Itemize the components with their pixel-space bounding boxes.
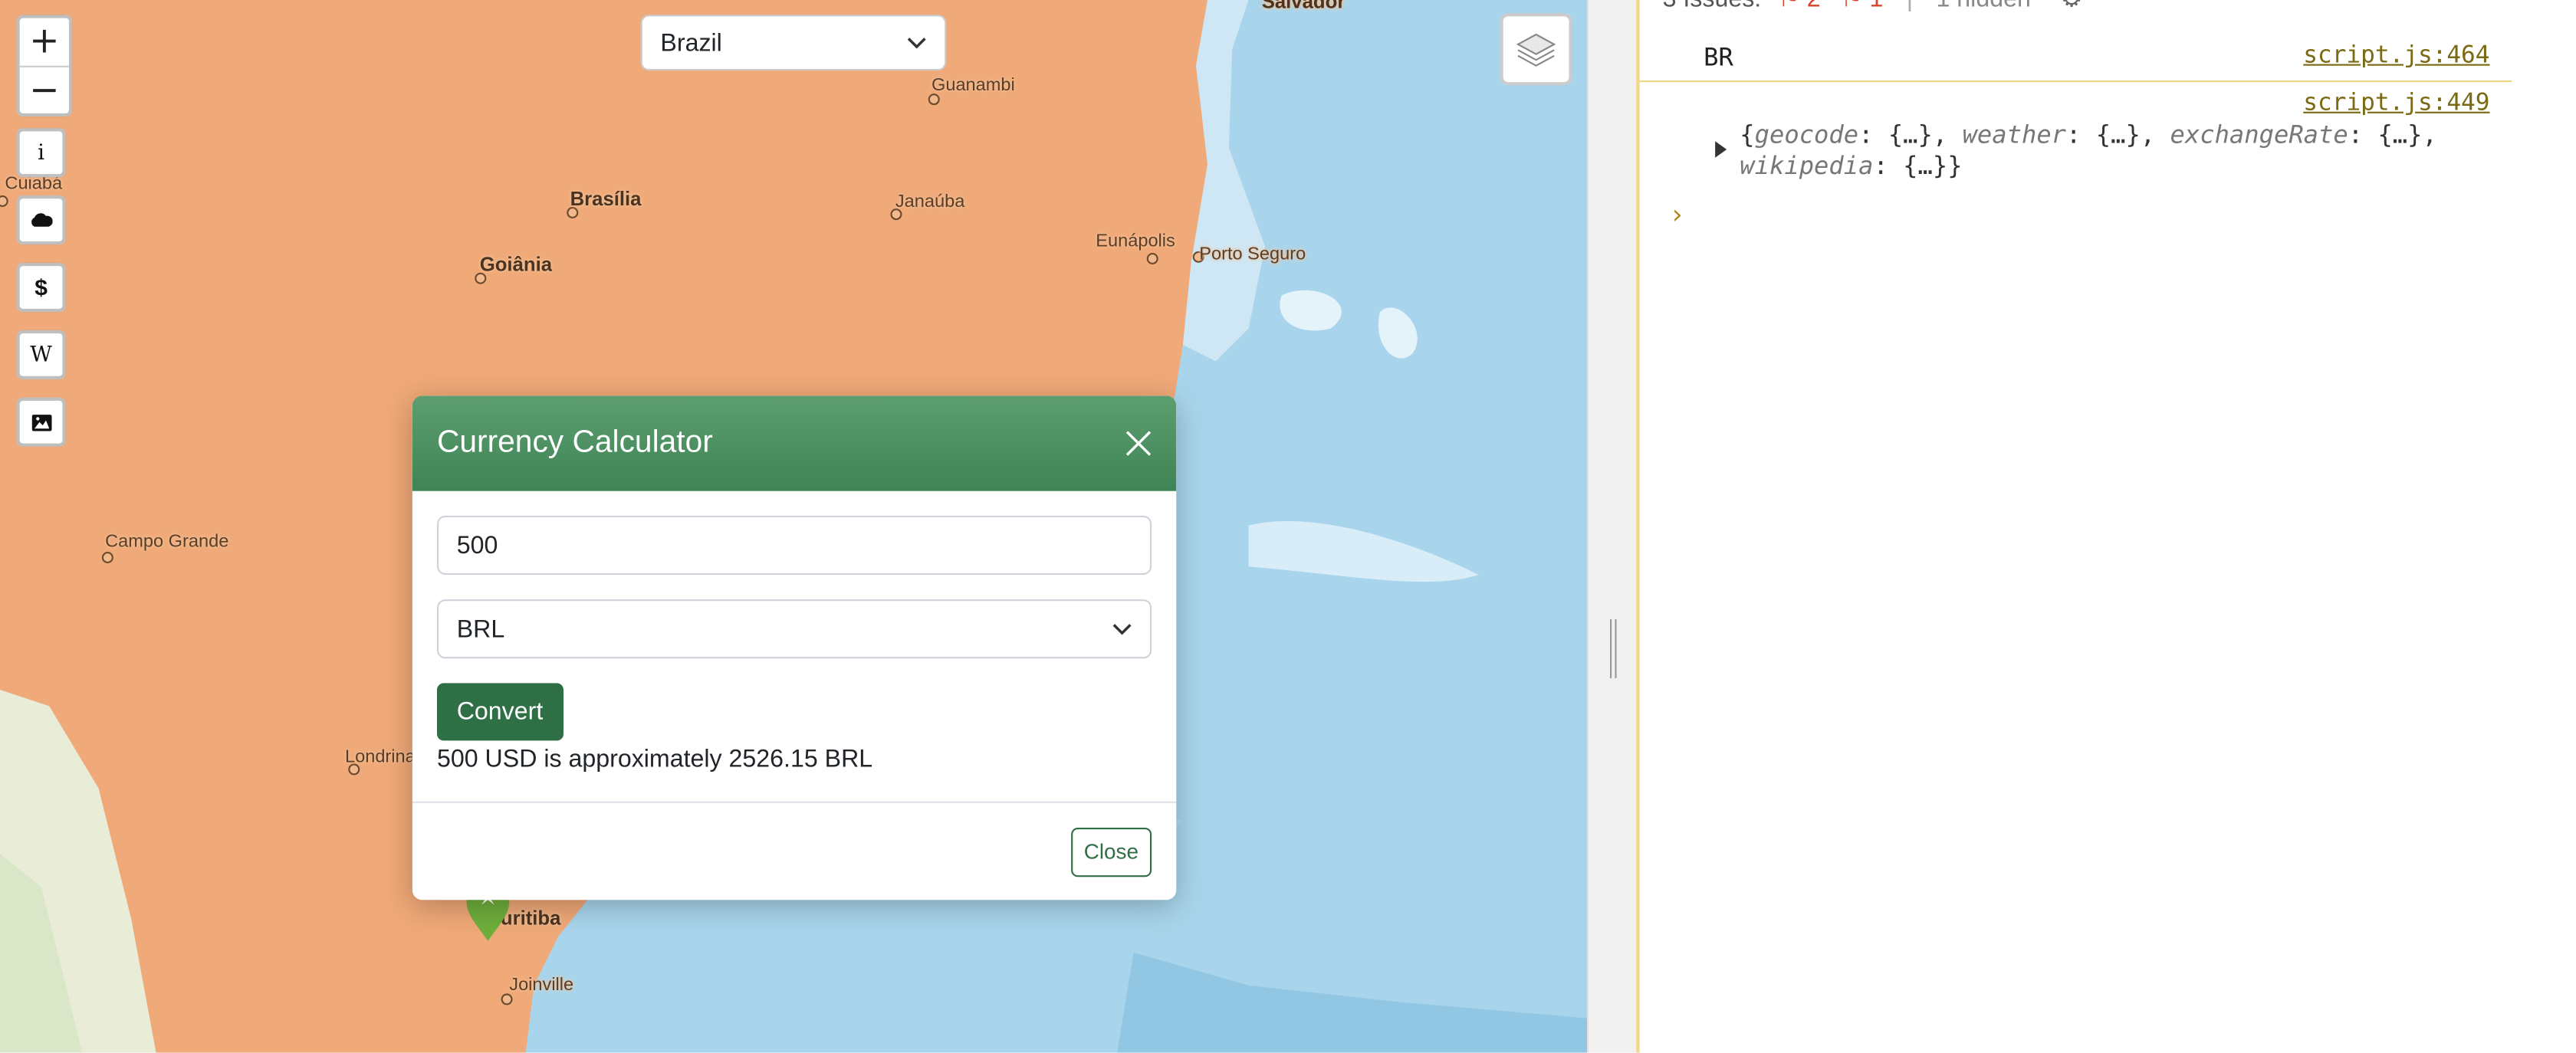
map-marker-icon[interactable] [1230, 0, 1263, 7]
source-link[interactable]: script.js:464 [2303, 43, 2489, 69]
city-label: Porto Seguro [1199, 244, 1306, 264]
issue-count-warning: ⚑ 1 [1841, 0, 1884, 13]
currency-select-value: BRL [456, 615, 505, 643]
city-label: Janaúba [895, 192, 965, 212]
country-select[interactable]: Brazil [640, 15, 947, 71]
gear-icon[interactable]: ⚙ [2061, 0, 2083, 13]
country-select-value: Brazil [660, 28, 722, 57]
modal-footer: Close [412, 801, 1177, 900]
wikipedia-button[interactable]: W [16, 330, 66, 379]
zoom-control: + − [16, 15, 73, 117]
console-prompt-icon[interactable]: › [1669, 198, 1685, 230]
wikipedia-icon: W [30, 342, 52, 367]
currency-button[interactable]: $ [16, 262, 66, 313]
images-button[interactable] [16, 397, 66, 447]
convert-button[interactable]: Convert [437, 683, 563, 741]
close-button[interactable]: Close [1070, 826, 1152, 877]
currency-modal: Currency Calculator 500 BRL Convert 500 … [412, 395, 1177, 900]
map-panel[interactable]: Cuiabá Guanambi Brasília Janaúba Goiânia… [0, 0, 1587, 1053]
modal-title: Currency Calculator [437, 425, 713, 460]
issues-bar[interactable]: 3 Issues: ⚑ 2 ⚑ 1 | 1 hidden ⚙ [1663, 0, 2083, 13]
console-row: BR script.js:464 [1639, 28, 2512, 83]
close-icon[interactable] [1124, 428, 1154, 458]
hidden-count: 1 hidden [1936, 0, 2030, 13]
weather-button[interactable] [16, 195, 66, 245]
layers-icon [1516, 33, 1556, 67]
issue-count-error: ⚑ 2 [1778, 0, 1821, 13]
city-label: Goiânia [479, 253, 553, 276]
devtools-console: 3 Issues: ⚑ 2 ⚑ 1 | 1 hidden ⚙ BR script… [1636, 0, 2576, 1053]
city-label: Campo Grande [105, 532, 229, 552]
cloud-icon [31, 213, 53, 227]
source-link[interactable]: script.js:449 [2303, 90, 2489, 116]
chevron-down-icon [1112, 624, 1132, 635]
chevron-down-icon [907, 38, 926, 49]
zoom-in-button[interactable]: + [19, 18, 69, 67]
console-log-value: BR [1704, 42, 1733, 73]
city-label: Eunápolis [1096, 231, 1175, 251]
amount-input[interactable]: 500 [437, 515, 1152, 575]
conversion-result: 500 USD is approximately 2526.15 BRL [437, 745, 873, 774]
image-icon [31, 414, 51, 431]
layers-button[interactable] [1500, 13, 1572, 86]
city-label-partial: Salvador [1261, 0, 1346, 14]
resize-grip-icon[interactable] [1610, 618, 1617, 678]
dollar-icon: $ [34, 274, 48, 301]
info-button[interactable]: i [16, 128, 66, 178]
modal-header: Currency Calculator [412, 395, 1177, 491]
city-label: Joinville [509, 975, 574, 996]
currency-select[interactable]: BRL [437, 599, 1152, 659]
city-label: Brasília [570, 187, 642, 211]
info-icon: i [38, 140, 45, 166]
city-label: Londrina [345, 746, 416, 767]
issues-label: 3 Issues: [1663, 0, 1762, 13]
zoom-out-button[interactable]: − [20, 67, 69, 113]
panel-resize-gutter[interactable] [1587, 0, 1638, 1053]
city-label: Guanambi [932, 75, 1015, 96]
console-object[interactable]: {geocode: {…}, weather: {…}, exchangeRat… [1740, 120, 2525, 182]
expand-triangle-icon[interactable] [1714, 141, 1728, 158]
